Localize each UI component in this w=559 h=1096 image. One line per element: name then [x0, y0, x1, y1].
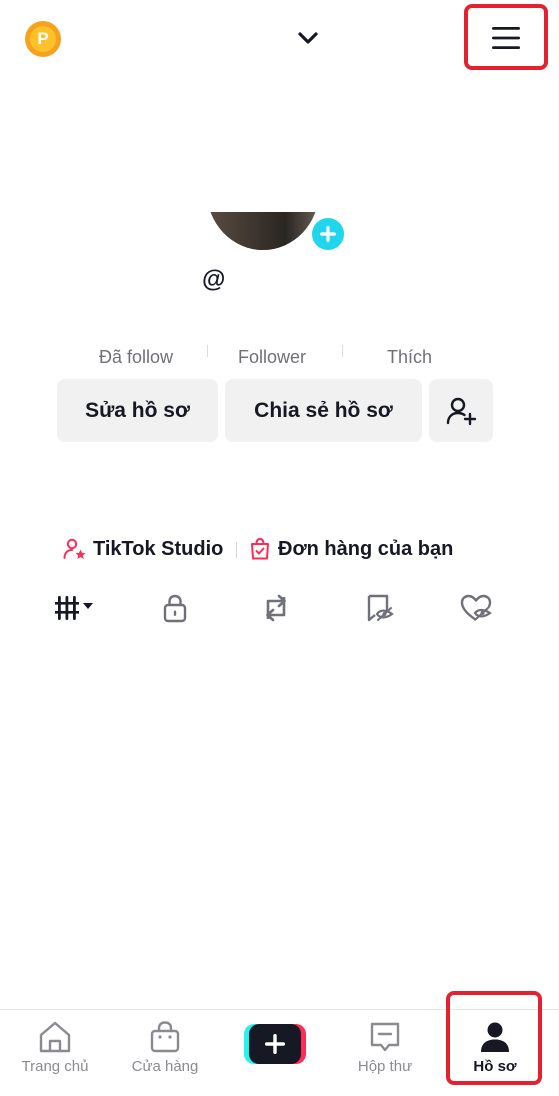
tab-favorites[interactable]	[354, 588, 404, 628]
following-label[interactable]: Đã follow	[99, 347, 173, 368]
hamburger-menu-icon	[492, 27, 520, 49]
videos-grid-icon	[55, 596, 93, 620]
profile-highlight-box	[446, 991, 542, 1085]
create-button[interactable]	[244, 1024, 306, 1064]
avatar-photo	[207, 212, 319, 250]
nav-inbox[interactable]: Hộp thư	[344, 1010, 426, 1096]
chevron-down-icon	[298, 32, 318, 44]
username[interactable]: @	[202, 266, 225, 294]
lock-icon	[163, 594, 187, 623]
followers-label[interactable]: Follower	[238, 347, 306, 368]
tiktok-coin-icon: P	[25, 21, 61, 57]
tiktok-studio-link[interactable]: TikTok Studio	[63, 534, 223, 564]
avatar-area	[200, 212, 350, 262]
studio-user-star-icon	[63, 537, 87, 561]
plus-icon	[312, 218, 344, 250]
avatar[interactable]	[207, 212, 319, 250]
account-switch-button[interactable]	[294, 24, 322, 52]
nav-inbox-label: Hộp thư	[357, 1058, 413, 1075]
coin-letter: P	[30, 26, 56, 52]
shopping-bag-icon	[150, 1021, 180, 1053]
tiktok-studio-label: TikTok Studio	[93, 537, 224, 560]
profile-shortcuts: TikTok Studio Đơn hàng của bạn	[0, 534, 559, 564]
nav-shop-label: Cửa hàng	[131, 1058, 199, 1075]
nav-home-label: Trang chủ	[21, 1058, 89, 1075]
tab-reposts[interactable]	[251, 588, 301, 628]
plus-icon	[249, 1024, 301, 1064]
menu-button[interactable]	[490, 25, 522, 51]
profile-stats: Đã follow Follower Thích	[0, 345, 559, 371]
share-profile-button[interactable]: Chia sẻ hồ sơ	[225, 379, 422, 442]
repost-icon	[266, 594, 286, 622]
top-bar: P	[0, 0, 559, 80]
edit-profile-button[interactable]: Sửa hồ sơ	[57, 379, 218, 442]
likes-label[interactable]: Thích	[387, 347, 432, 368]
orders-label: Đơn hàng của bạn	[278, 537, 454, 560]
content-tabs	[0, 588, 559, 628]
coin-button[interactable]: P	[25, 21, 61, 57]
add-user-icon	[446, 397, 477, 425]
orders-link[interactable]: Đơn hàng của bạn	[248, 534, 453, 564]
liked-hidden-icon	[460, 594, 492, 621]
shortcut-divider	[236, 542, 237, 558]
home-icon	[39, 1021, 71, 1053]
tab-private[interactable]	[150, 588, 200, 628]
add-avatar-button[interactable]	[308, 214, 348, 254]
shopping-bag-check-icon	[248, 537, 272, 561]
tab-videos[interactable]	[44, 588, 104, 628]
stat-divider	[342, 345, 343, 357]
nav-shop[interactable]: Cửa hàng	[124, 1010, 206, 1096]
tab-liked[interactable]	[452, 588, 502, 628]
add-friend-button[interactable]	[429, 379, 493, 442]
stat-divider	[207, 345, 208, 357]
favorites-hidden-icon	[367, 594, 394, 622]
inbox-message-icon	[370, 1022, 400, 1052]
nav-home[interactable]: Trang chủ	[14, 1010, 96, 1096]
